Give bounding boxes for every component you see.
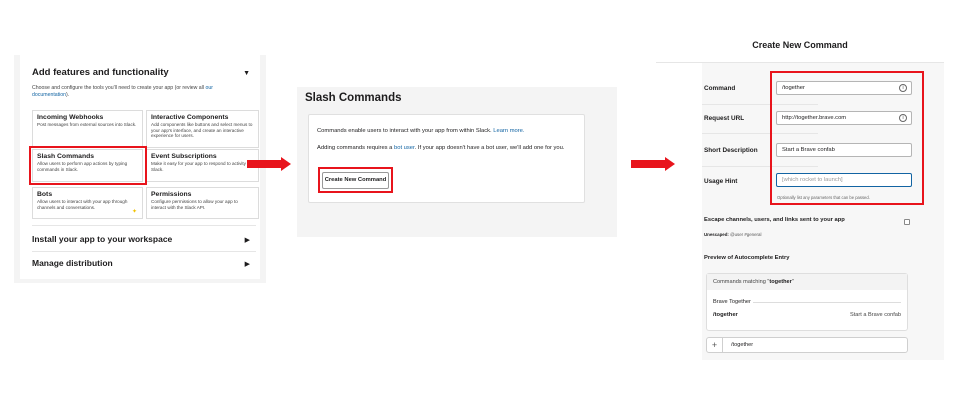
- request-url-label: Request URL: [704, 115, 745, 122]
- divider: [753, 302, 901, 303]
- app-name: Brave Together: [713, 299, 751, 305]
- feature-desc: Allow users to interact with your app th…: [37, 199, 128, 210]
- sparkle-icon: ✦: [131, 209, 137, 215]
- feature-desc: Configure permissions to allow your app …: [151, 199, 238, 210]
- documentation-link[interactable]: documentation: [32, 92, 66, 98]
- divider: [32, 225, 256, 226]
- features-panel: Add features and functionality ▼ Choose …: [14, 55, 266, 283]
- chevron-right-icon[interactable]: ▶: [245, 236, 250, 244]
- form-highlight: [770, 71, 924, 205]
- chevron-right-icon[interactable]: ▶: [245, 260, 250, 268]
- slash-commands-panel: Slash Commands Commands enable users to …: [297, 87, 617, 237]
- feature-desc: Post messages from external sources into…: [37, 122, 137, 127]
- matching-header: Commands matching "together": [707, 274, 907, 290]
- slash-commands-highlight: [29, 146, 147, 185]
- section-manage-distribution[interactable]: Manage distribution: [32, 258, 113, 268]
- slash-commands-card: Commands enable users to interact with y…: [308, 114, 585, 203]
- commands-intro-text: Commands enable users to interact with y…: [317, 128, 525, 134]
- create-command-highlight: [318, 167, 393, 193]
- preview-command: /together: [713, 312, 738, 318]
- arrow-right-icon: [247, 157, 291, 171]
- escape-option-label: Escape channels, users, and links sent t…: [704, 217, 845, 223]
- usage-hint-label: Usage Hint: [704, 178, 738, 185]
- feature-title: Interactive Components: [151, 114, 229, 121]
- dialog-title: Create New Command: [752, 40, 848, 50]
- feature-incoming-webhooks[interactable]: Incoming Webhooks Post messages from ext…: [32, 110, 143, 148]
- features-card: Add features and functionality ▼ Choose …: [20, 55, 260, 279]
- feature-title: Bots: [37, 191, 53, 198]
- section-install-app[interactable]: Install your app to your workspace: [32, 234, 172, 244]
- page-title: Slash Commands: [305, 92, 402, 104]
- create-command-dialog: Create New Command Command /together i R…: [656, 30, 944, 360]
- chevron-down-icon[interactable]: ▼: [243, 70, 250, 77]
- features-header[interactable]: Add features and functionality: [32, 67, 169, 78]
- feature-bots[interactable]: Bots Allow users to interact with your a…: [32, 187, 143, 219]
- autocomplete-preview: Commands matching "together" Brave Toget…: [706, 273, 908, 331]
- message-input[interactable]: + /together: [706, 337, 908, 353]
- feature-desc: Make it easy for your app to respond to …: [151, 161, 251, 172]
- message-text: /together: [731, 342, 754, 348]
- bot-user-text: Adding commands requires a bot user. If …: [317, 145, 565, 151]
- unescaped-example: Unescaped: @user #general: [704, 232, 762, 237]
- feature-permissions[interactable]: Permissions Configure permissions to all…: [146, 187, 259, 219]
- feature-event-subscriptions[interactable]: Event Subscriptions Make it easy for you…: [146, 149, 259, 182]
- feature-title: Permissions: [151, 191, 192, 198]
- plus-icon[interactable]: +: [707, 338, 723, 352]
- our-link[interactable]: our: [205, 85, 213, 91]
- short-description-label: Short Description: [704, 147, 758, 154]
- command-label: Command: [704, 85, 736, 92]
- features-description: Choose and configure the tools you'll ne…: [32, 85, 213, 98]
- feature-title: Incoming Webhooks: [37, 114, 104, 121]
- escape-checkbox[interactable]: [904, 219, 910, 225]
- divider: [32, 251, 256, 252]
- preview-heading: Preview of Autocomplete Entry: [704, 255, 790, 261]
- learn-more-link[interactable]: Learn more.: [493, 128, 524, 134]
- feature-desc: Add components like buttons and select m…: [151, 122, 253, 139]
- feature-interactive-components[interactable]: Interactive Components Add components li…: [146, 110, 259, 148]
- feature-title: Event Subscriptions: [151, 153, 217, 160]
- preview-command-desc: Start a Brave confab: [850, 312, 901, 318]
- bot-user-link[interactable]: bot user: [394, 145, 415, 151]
